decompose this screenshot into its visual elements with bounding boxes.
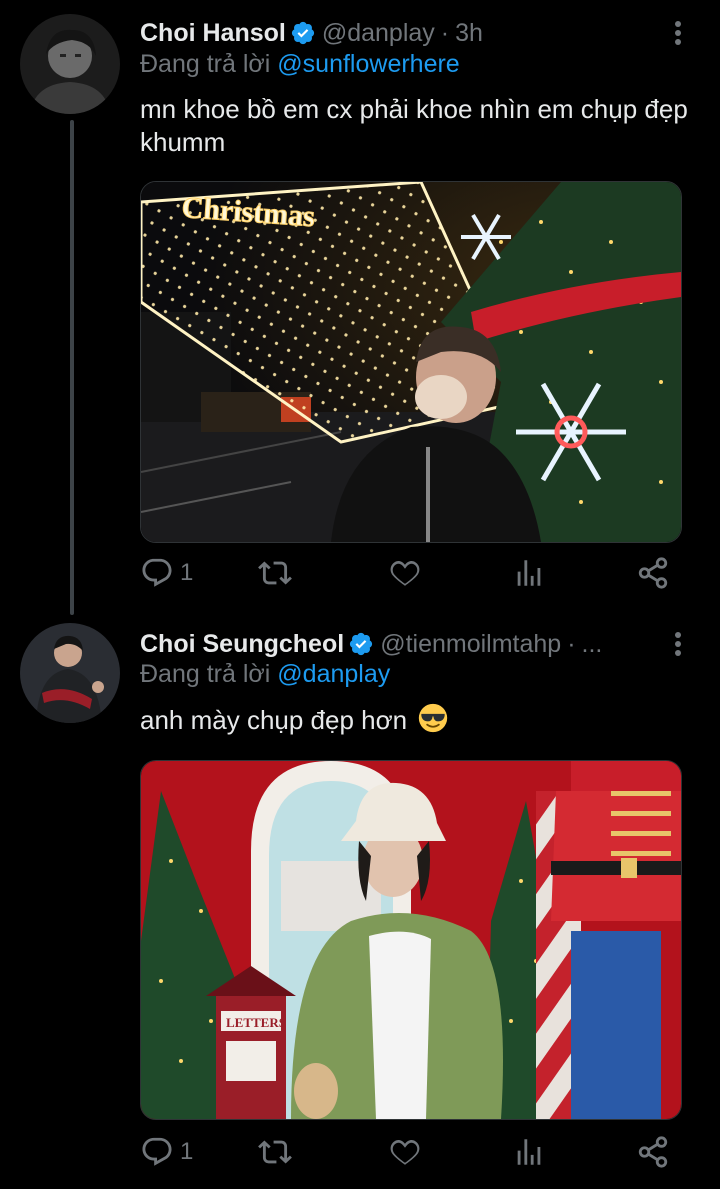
like-icon [390, 1139, 420, 1165]
tweet-photo[interactable]: LETTERS [140, 760, 682, 1120]
reply-count: 1 [180, 559, 194, 586]
reply-icon [142, 1137, 172, 1166]
tweet-text-container: anh mày chụp đẹp hơn [140, 703, 700, 737]
analytics-button[interactable] [512, 1132, 546, 1172]
profile-photo [20, 623, 120, 723]
share-button[interactable] [636, 1132, 670, 1172]
reply-icon [142, 558, 172, 587]
sunglasses-emoji-icon [419, 703, 448, 733]
author-name[interactable]: Choi Seungcheol [140, 630, 344, 659]
author-handle[interactable]: @danplay [322, 19, 435, 48]
tweet-time[interactable]: 3h [455, 19, 483, 48]
tweet-actions: 1 [140, 553, 680, 593]
retweet-button[interactable] [258, 1132, 292, 1172]
analytics-icon [517, 1139, 541, 1165]
tweet[interactable]: Choi Seungcheol @tienmoilmtahp · ... Đan… [0, 615, 720, 1189]
like-button[interactable] [388, 553, 422, 593]
analytics-icon [517, 560, 541, 586]
tweet-photo[interactable]: Christmas [140, 181, 682, 543]
more-options-icon[interactable] [666, 18, 690, 48]
letters-box-text: LETTERS [226, 1015, 286, 1030]
photo-christmas-red-wall: LETTERS [141, 761, 681, 1119]
separator-dot: · [567, 629, 576, 658]
separator-dot: · [440, 18, 450, 47]
retweet-icon [258, 561, 292, 585]
tweet-text: anh mày chụp đẹp hơn [140, 705, 408, 735]
tweet-time[interactable]: ... [582, 630, 603, 659]
reply-count: 1 [180, 1138, 194, 1165]
verified-badge-icon [291, 21, 314, 45]
verified-badge-icon [350, 632, 373, 656]
like-button[interactable] [388, 1132, 422, 1172]
replying-mention-link[interactable]: @sunflowerhere [277, 50, 459, 78]
share-button[interactable] [636, 553, 670, 593]
profile-photo [20, 14, 120, 114]
share-icon [638, 557, 668, 589]
tweet[interactable]: Choi Hansol @danplay · 3h Đang trả lời @… [0, 0, 720, 615]
replying-prefix: Đang trả lời [140, 50, 271, 78]
author-handle[interactable]: @tienmoilmtahp [380, 630, 561, 659]
photo-christmas-lights: Christmas [141, 182, 681, 542]
retweet-button[interactable] [258, 553, 292, 593]
tweet-header: Choi Seungcheol @tienmoilmtahp · ... [140, 626, 602, 662]
reply-button[interactable]: 1 [140, 553, 193, 593]
tweet-actions: 1 [140, 1132, 680, 1172]
replying-to: Đang trả lời @danplay [140, 660, 390, 689]
replying-mention-link[interactable]: @danplay [277, 660, 390, 688]
replying-prefix: Đang trả lời [140, 660, 271, 688]
like-icon [390, 560, 420, 586]
tweet-text: mn khoe bồ em cx phải khoe nhìn em chụp … [140, 94, 688, 157]
share-icon [638, 1136, 668, 1168]
reply-button[interactable]: 1 [140, 1132, 193, 1172]
avatar[interactable] [20, 14, 120, 114]
replying-to: Đang trả lời @sunflowerhere [140, 50, 460, 79]
more-options-icon[interactable] [666, 629, 690, 659]
tweet-header: Choi Hansol @danplay · 3h [140, 15, 483, 51]
retweet-icon [258, 1140, 292, 1164]
author-name[interactable]: Choi Hansol [140, 19, 286, 48]
avatar[interactable] [20, 623, 120, 723]
analytics-button[interactable] [512, 553, 546, 593]
